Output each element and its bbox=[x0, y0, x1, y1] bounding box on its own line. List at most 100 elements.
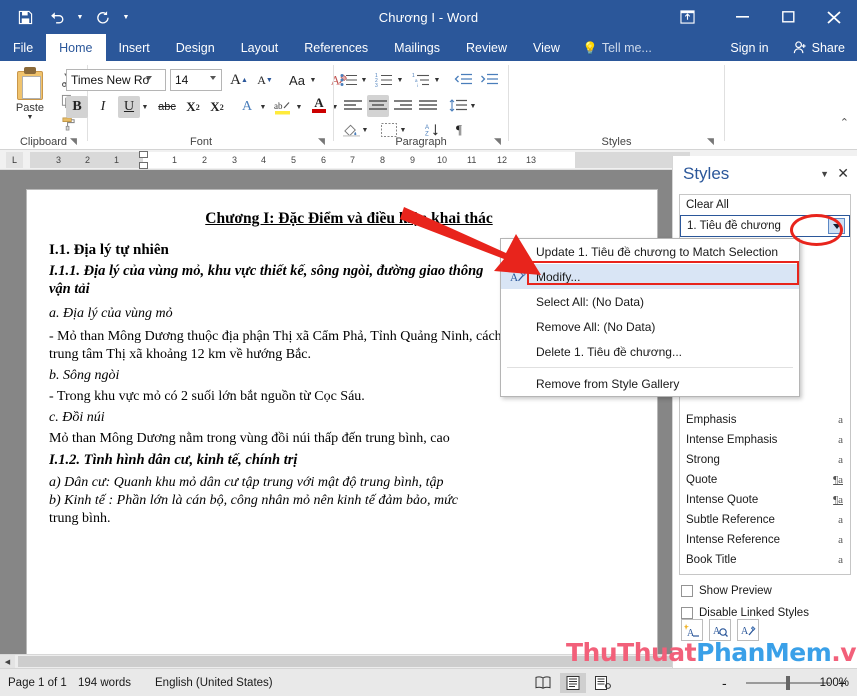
scroll-left-icon[interactable]: ◀ bbox=[0, 655, 15, 668]
status-word-count[interactable]: 194 words bbox=[78, 669, 131, 696]
numbered-list-dropdown-icon[interactable]: ▼ bbox=[395, 70, 405, 90]
share-button[interactable]: Share bbox=[781, 34, 857, 61]
status-page[interactable]: Page 1 of 1 bbox=[8, 669, 67, 696]
increase-font-size-icon[interactable]: A ▲ bbox=[228, 69, 250, 91]
bullet-list-icon[interactable] bbox=[338, 69, 360, 91]
text-effects-dropdown-icon[interactable]: ▼ bbox=[258, 97, 268, 117]
menu-item-remove-all[interactable]: Remove All: (No Data) bbox=[501, 314, 799, 339]
menu-item-delete-style[interactable]: Delete 1. Tiêu đề chương... bbox=[501, 339, 799, 364]
decrease-font-size-icon[interactable]: A ▼ bbox=[254, 69, 276, 91]
ribbon-display-options-icon[interactable] bbox=[667, 0, 707, 34]
styles-pane-close-icon[interactable]: ✕ bbox=[837, 165, 849, 182]
line-spacing-dropdown-icon[interactable]: ▼ bbox=[468, 96, 478, 116]
menu-separator bbox=[507, 367, 793, 368]
align-center-icon[interactable] bbox=[367, 95, 389, 117]
svg-text:A: A bbox=[741, 626, 749, 637]
style-item-intense-quote[interactable]: Intense Quote ¶a bbox=[680, 490, 850, 510]
superscript-button[interactable]: X2 bbox=[206, 96, 228, 118]
multilevel-list-icon[interactable]: 1ai bbox=[410, 69, 432, 91]
bold-button[interactable]: B bbox=[66, 96, 88, 118]
status-language[interactable]: English (United States) bbox=[155, 669, 273, 696]
font-name-dropdown-icon[interactable] bbox=[146, 76, 152, 80]
maximize-icon[interactable] bbox=[765, 0, 811, 34]
minimize-icon[interactable] bbox=[719, 0, 765, 34]
disable-linked-styles-checkbox[interactable]: Disable Linked Styles bbox=[681, 607, 809, 619]
tab-references[interactable]: References bbox=[291, 34, 381, 61]
font-name-input[interactable]: Times New Ro bbox=[66, 69, 166, 91]
read-mode-icon[interactable] bbox=[530, 673, 556, 693]
zoom-level-label[interactable]: 100% bbox=[820, 669, 849, 696]
font-dialog-launcher[interactable]: ◥ bbox=[318, 136, 325, 147]
style-item-subtle-reference[interactable]: Subtle Reference a bbox=[680, 510, 850, 530]
styles-dialog-launcher[interactable]: ◥ bbox=[707, 136, 714, 147]
multilevel-list-dropdown-icon[interactable]: ▼ bbox=[432, 70, 442, 90]
font-size-dropdown-icon[interactable] bbox=[210, 76, 216, 80]
increase-indent-icon[interactable] bbox=[478, 69, 500, 91]
numbered-list-icon[interactable]: 123 bbox=[373, 69, 395, 91]
style-item-intense-emphasis[interactable]: Intense Emphasis a bbox=[680, 430, 850, 450]
show-preview-checkbox[interactable]: Show Preview bbox=[681, 585, 772, 597]
subscript-button[interactable]: X2 bbox=[182, 96, 204, 118]
text-highlight-color-icon[interactable]: ab bbox=[272, 96, 294, 118]
justify-icon[interactable] bbox=[417, 95, 439, 117]
checkbox-icon[interactable] bbox=[681, 607, 693, 619]
first-line-indent-marker[interactable] bbox=[139, 151, 148, 158]
italic-button[interactable]: I bbox=[92, 96, 114, 118]
highlight-dropdown-icon[interactable]: ▼ bbox=[294, 97, 304, 117]
underline-dropdown-icon[interactable]: ▼ bbox=[140, 97, 150, 117]
window-controls bbox=[719, 0, 857, 34]
zoom-out-button[interactable]: - bbox=[722, 669, 727, 696]
tab-mailings[interactable]: Mailings bbox=[381, 34, 453, 61]
print-layout-icon[interactable] bbox=[560, 673, 586, 693]
tab-view[interactable]: View bbox=[520, 34, 573, 61]
bullet-list-dropdown-icon[interactable]: ▼ bbox=[359, 70, 369, 90]
checkbox-icon[interactable] bbox=[681, 585, 693, 597]
paste-dropdown-icon[interactable]: ▼ bbox=[8, 114, 52, 121]
font-color-icon[interactable]: A bbox=[308, 94, 330, 116]
menu-item-remove-from-gallery[interactable]: Remove from Style Gallery bbox=[501, 371, 799, 396]
left-indent-marker[interactable] bbox=[139, 162, 148, 169]
strikethrough-button[interactable]: abc bbox=[156, 96, 178, 118]
style-item-strong[interactable]: Strong a bbox=[680, 450, 850, 470]
change-case-icon[interactable]: Aa bbox=[286, 69, 308, 91]
style-item-emphasis[interactable]: Emphasis a bbox=[680, 410, 850, 430]
paragraph-dialog-launcher[interactable]: ◥ bbox=[494, 136, 501, 147]
style-selected-label: 1. Tiêu đề chương bbox=[687, 220, 781, 232]
sign-in-button[interactable]: Sign in bbox=[718, 34, 780, 61]
tab-design[interactable]: Design bbox=[163, 34, 228, 61]
tab-file[interactable]: File bbox=[0, 34, 47, 61]
tab-insert[interactable]: Insert bbox=[106, 34, 163, 61]
style-label: Quote bbox=[686, 474, 718, 486]
style-tag: ¶ bbox=[838, 574, 843, 575]
menu-item-label: Remove from Style Gallery bbox=[536, 376, 680, 391]
style-item-quote[interactable]: Quote ¶a bbox=[680, 470, 850, 490]
underline-button[interactable]: U bbox=[118, 96, 140, 118]
paste-button[interactable]: Paste ▼ bbox=[8, 67, 52, 121]
ruler-mark-2l: 2 bbox=[85, 155, 91, 165]
decrease-indent-icon[interactable] bbox=[452, 69, 474, 91]
text-effects-icon[interactable]: A bbox=[236, 96, 258, 118]
tab-home[interactable]: Home bbox=[46, 34, 106, 61]
tab-stop-selector[interactable]: L bbox=[6, 152, 23, 168]
align-left-icon[interactable] bbox=[342, 95, 364, 117]
ruler-mark-7: 7 bbox=[350, 155, 356, 165]
close-icon[interactable] bbox=[811, 0, 857, 34]
line-spacing-icon[interactable] bbox=[447, 95, 469, 117]
change-case-dropdown-icon[interactable]: ▼ bbox=[308, 70, 318, 90]
style-item-list-paragraph[interactable]: List Paragraph ¶ bbox=[680, 570, 850, 575]
zoom-slider-thumb[interactable] bbox=[786, 676, 790, 690]
style-clear-all[interactable]: Clear All bbox=[680, 195, 850, 215]
collapse-ribbon-icon[interactable]: ⌃ bbox=[840, 116, 849, 129]
svg-text:3: 3 bbox=[375, 83, 378, 87]
tab-layout[interactable]: Layout bbox=[228, 34, 292, 61]
align-right-icon[interactable] bbox=[392, 95, 414, 117]
tab-review[interactable]: Review bbox=[453, 34, 520, 61]
tell-me-box[interactable]: 💡 Tell me... bbox=[573, 34, 662, 61]
style-label: Emphasis bbox=[686, 414, 737, 426]
style-item-book-title[interactable]: Book Title a bbox=[680, 550, 850, 570]
font-size-input[interactable]: 14 bbox=[170, 69, 222, 91]
menu-item-select-all[interactable]: Select All: (No Data) bbox=[501, 289, 799, 314]
styles-pane-options-icon[interactable]: ▼ bbox=[820, 169, 829, 179]
style-item-intense-reference[interactable]: Intense Reference a bbox=[680, 530, 850, 550]
web-layout-icon[interactable] bbox=[590, 673, 616, 693]
